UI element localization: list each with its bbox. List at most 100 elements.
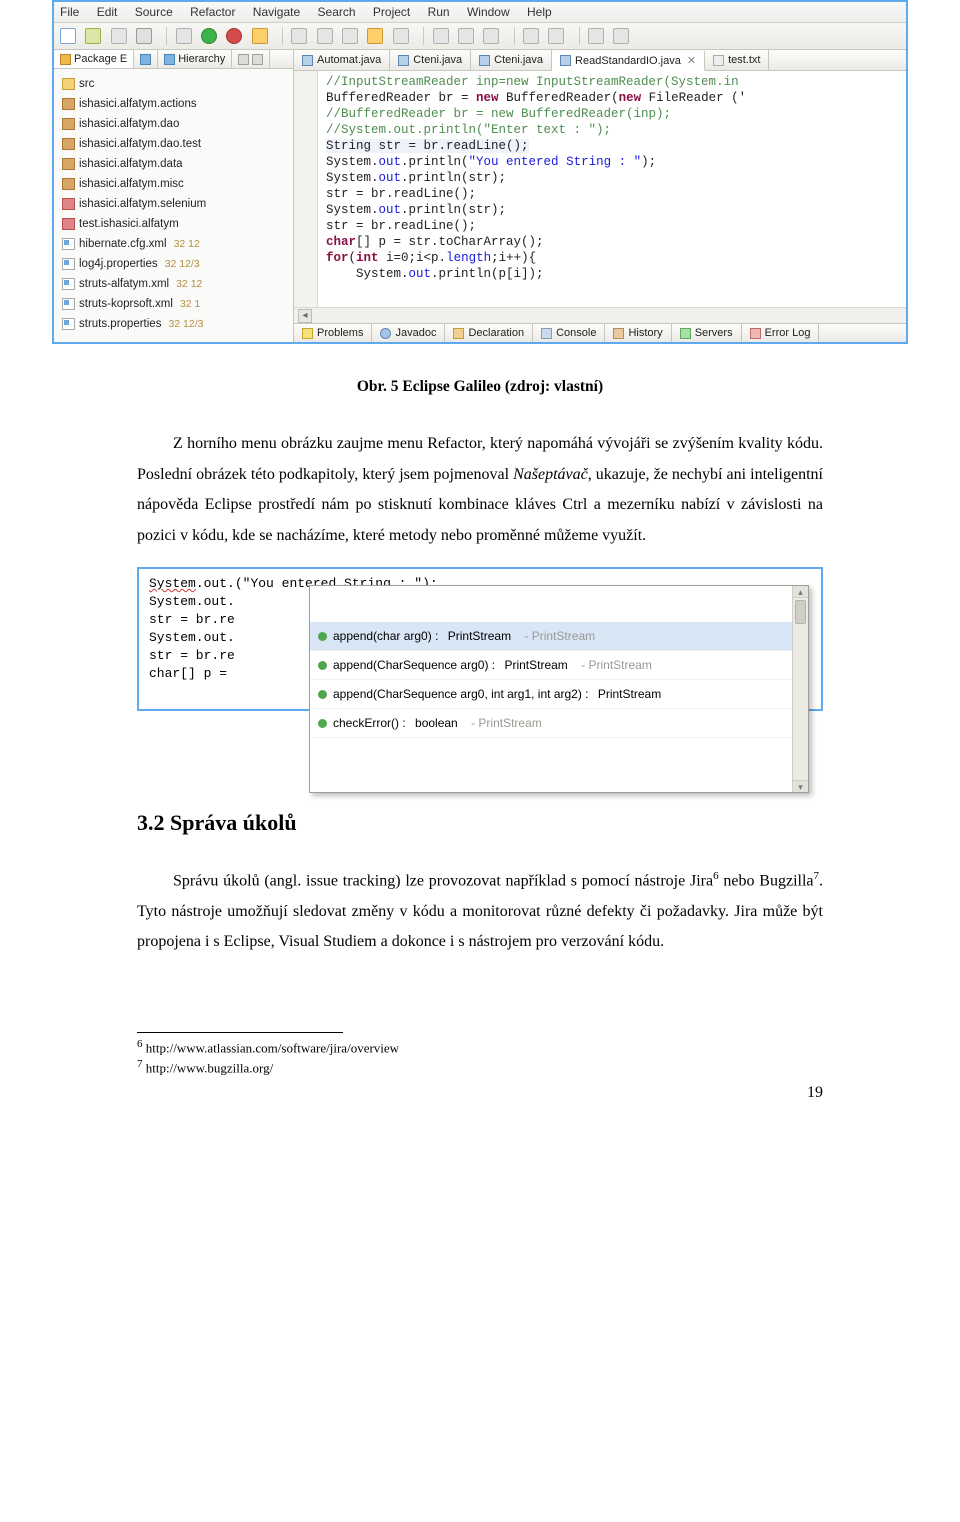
autocomplete-item[interactable]: append(CharSequence arg0) : PrintStream … xyxy=(310,651,808,680)
autocomplete-item[interactable]: append(char arg0) : PrintStream - PrintS… xyxy=(310,622,808,651)
view-tab-label: Servers xyxy=(695,327,733,339)
tree-item-label: struts-alfatym.xml xyxy=(79,274,169,294)
menu-source[interactable]: Source xyxy=(135,5,173,19)
tree-item[interactable]: hibernate.cfg.xml32 12 xyxy=(62,234,285,254)
editor-tab-label: ReadStandardIO.java xyxy=(575,55,681,67)
footnote-6: http://www.atlassian.com/software/jira/o… xyxy=(146,1040,399,1055)
junit-icon xyxy=(140,54,151,65)
autocomplete-item[interactable]: checkError() : boolean - PrintStream xyxy=(310,709,808,738)
editor-tab[interactable]: ReadStandardIO.java ✕ xyxy=(552,51,705,71)
footnote-7: http://www.bugzilla.org/ xyxy=(146,1061,273,1076)
tab-junit[interactable] xyxy=(134,50,158,68)
menu-file[interactable]: File xyxy=(60,5,79,19)
hierarchy-icon xyxy=(164,54,175,65)
java-file-icon xyxy=(398,55,409,66)
debug-icon[interactable] xyxy=(176,28,192,44)
view-tab-error-log[interactable]: Error Log xyxy=(742,324,820,342)
tree-item[interactable]: ishasici.alfatym.data xyxy=(62,154,285,174)
editor-tab[interactable]: Cteni.java xyxy=(390,50,471,70)
file-x-icon xyxy=(62,278,75,290)
menu-run[interactable]: Run xyxy=(428,5,450,19)
run-icon[interactable] xyxy=(201,28,217,44)
forward-icon[interactable] xyxy=(613,28,629,44)
menu-refactor[interactable]: Refactor xyxy=(190,5,235,19)
paragraph-2: Správu úkolů (angl. issue tracking) lze … xyxy=(137,866,823,958)
hist-icon xyxy=(613,328,624,339)
tree-item[interactable]: test.ishasici.alfatym xyxy=(62,214,285,234)
tree-item[interactable]: ishasici.alfatym.dao xyxy=(62,114,285,134)
editor-tab-label: Automat.java xyxy=(317,54,381,66)
menu-help[interactable]: Help xyxy=(527,5,552,19)
tb-icon[interactable] xyxy=(548,28,564,44)
tree-item[interactable]: struts-koprsoft.xml32 1 xyxy=(62,294,285,314)
tb-icon[interactable] xyxy=(393,28,409,44)
pkg-brown-icon xyxy=(62,158,75,170)
menu-project[interactable]: Project xyxy=(373,5,410,19)
view-tab-history[interactable]: History xyxy=(605,324,671,342)
decl-icon xyxy=(453,328,464,339)
tree-item[interactable]: log4j.properties32 12/3 xyxy=(62,254,285,274)
view-tab-label: Error Log xyxy=(765,327,811,339)
tb-icon[interactable] xyxy=(458,28,474,44)
editor-tab[interactable]: Automat.java xyxy=(294,50,390,70)
tab-controls[interactable] xyxy=(232,50,270,68)
editor-tab-label: Cteni.java xyxy=(413,54,462,66)
menu-search[interactable]: Search xyxy=(318,5,356,19)
save-all-icon[interactable] xyxy=(111,28,127,44)
editor-tab[interactable]: test.txt xyxy=(705,50,769,70)
autocomplete-item[interactable]: append(CharSequence arg0, int arg1, int … xyxy=(310,680,808,709)
toolbar xyxy=(54,23,906,50)
scroll-down-icon[interactable]: ▾ xyxy=(793,780,808,792)
print-icon[interactable] xyxy=(136,28,152,44)
tree-item[interactable]: struts.properties32 12/3 xyxy=(62,314,285,334)
horizontal-scrollbar[interactable]: ◂ xyxy=(294,307,906,323)
popup-scrollbar[interactable]: ▴ ▾ xyxy=(792,586,808,792)
menu-edit[interactable]: Edit xyxy=(97,5,118,19)
pkg-brown-icon xyxy=(62,138,75,150)
file-x-icon xyxy=(62,318,75,330)
back-icon[interactable] xyxy=(588,28,604,44)
view-tab-problems[interactable]: Problems xyxy=(294,324,372,342)
tree-item[interactable]: struts-alfatym.xml32 12 xyxy=(62,274,285,294)
view-tab-declaration[interactable]: Declaration xyxy=(445,324,533,342)
menu-window[interactable]: Window xyxy=(467,5,510,19)
tb-icon[interactable] xyxy=(317,28,333,44)
tree-item-label: struts-koprsoft.xml xyxy=(79,294,173,314)
method-icon xyxy=(318,661,327,670)
tb-icon[interactable] xyxy=(523,28,539,44)
tb-icon[interactable] xyxy=(367,28,383,44)
editor-tab[interactable]: Cteni.java xyxy=(471,50,552,70)
view-tab-label: Javadoc xyxy=(395,327,436,339)
scroll-left-icon[interactable]: ◂ xyxy=(298,309,312,323)
tab-package-explorer[interactable]: Package E xyxy=(54,50,134,68)
tb-icon[interactable] xyxy=(433,28,449,44)
tab-label: Hierarchy xyxy=(178,53,225,65)
tree-item-label: log4j.properties xyxy=(79,254,158,274)
scroll-thumb[interactable] xyxy=(795,600,806,624)
tb-icon[interactable] xyxy=(483,28,499,44)
menu-navigate[interactable]: Navigate xyxy=(253,5,300,19)
err-icon xyxy=(750,328,761,339)
view-tab-javadoc[interactable]: Javadoc xyxy=(372,324,445,342)
save-icon[interactable] xyxy=(85,28,101,44)
view-tab-console[interactable]: Console xyxy=(533,324,605,342)
view-tab-servers[interactable]: Servers xyxy=(672,324,742,342)
tb-icon[interactable] xyxy=(291,28,307,44)
close-icon[interactable]: ✕ xyxy=(687,54,696,67)
tab-hierarchy[interactable]: Hierarchy xyxy=(158,50,232,68)
package-icon xyxy=(60,54,71,65)
tree-item[interactable]: src xyxy=(62,74,285,94)
tree-item[interactable]: ishasici.alfatym.actions xyxy=(62,94,285,114)
new-package-icon[interactable] xyxy=(252,28,268,44)
serv-icon xyxy=(680,328,691,339)
editor-tab-label: test.txt xyxy=(728,54,760,66)
tree-item[interactable]: ishasici.alfatym.selenium xyxy=(62,194,285,214)
new-icon[interactable] xyxy=(60,28,76,44)
scroll-up-icon[interactable]: ▴ xyxy=(793,586,808,598)
tree-item[interactable]: ishasici.alfatym.dao.test xyxy=(62,134,285,154)
stop-icon[interactable] xyxy=(226,28,242,44)
java-file-icon xyxy=(479,55,490,66)
tb-icon[interactable] xyxy=(342,28,358,44)
tree-item[interactable]: ishasici.alfatym.misc xyxy=(62,174,285,194)
code-editor[interactable]: //InputStreamReader inp=new InputStreamR… xyxy=(318,71,906,307)
